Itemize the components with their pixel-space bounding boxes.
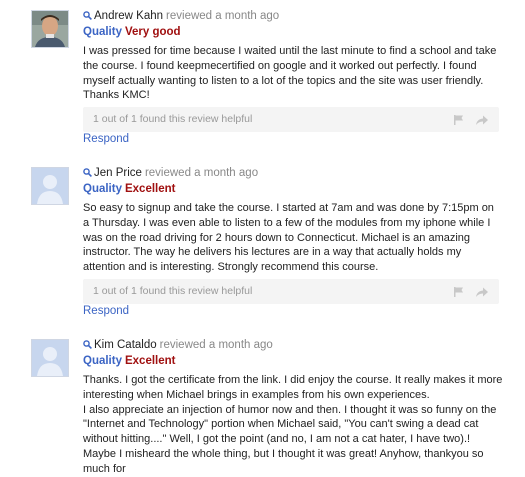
- avatar[interactable]: [31, 339, 69, 377]
- quality-rating: Quality Excellent: [83, 355, 175, 371]
- helpful-count: 1 out of 1 found this review helpful: [93, 285, 253, 297]
- avatar[interactable]: [31, 10, 69, 48]
- review-meta: reviewed a month ago: [144, 167, 259, 179]
- review-meta: reviewed a month ago: [166, 10, 280, 22]
- helpful-bar: 1 out of 1 found this review helpful: [83, 279, 499, 304]
- quality-label: Quality: [83, 355, 122, 367]
- flag-icon[interactable]: [453, 285, 465, 303]
- respond-link[interactable]: Respond: [83, 133, 129, 145]
- avatar[interactable]: [31, 167, 69, 205]
- review-header: Jen Price reviewed a month ago: [83, 167, 258, 183]
- magnifier-icon[interactable]: [83, 11, 92, 23]
- magnifier-icon[interactable]: [83, 340, 92, 352]
- author-name[interactable]: Kim Cataldo: [94, 339, 157, 351]
- rating-value: Excellent: [124, 183, 176, 195]
- helpful-bar: 1 out of 1 found this review helpful: [83, 107, 499, 132]
- user-photo: [32, 11, 68, 47]
- review-body: I was pressed for time because I waited …: [83, 45, 497, 102]
- quality-label: Quality: [83, 26, 122, 38]
- review-body: So easy to signup and take the course. I…: [83, 202, 494, 274]
- rating-value: Very good: [124, 26, 181, 38]
- review-paragraph: I also appreciate an injection of humor …: [83, 403, 497, 475]
- quality-label: Quality: [83, 183, 122, 195]
- author-name[interactable]: Andrew Kahn: [94, 10, 163, 22]
- share-arrow-icon[interactable]: [475, 113, 489, 131]
- default-user-silhouette: [32, 340, 68, 376]
- review-meta: reviewed a month ago: [159, 339, 273, 351]
- default-user-silhouette: [32, 168, 68, 204]
- share-arrow-icon[interactable]: [475, 285, 489, 303]
- quality-rating: Quality Excellent: [83, 183, 175, 199]
- author-name[interactable]: Jen Price: [94, 167, 142, 179]
- helpful-count: 1 out of 1 found this review helpful: [93, 113, 253, 125]
- flag-icon[interactable]: [453, 113, 465, 131]
- quality-rating: Quality Very good: [83, 26, 181, 42]
- review-header: Kim Cataldo reviewed a month ago: [83, 339, 273, 355]
- respond-link[interactable]: Respond: [83, 305, 129, 317]
- magnifier-icon[interactable]: [83, 168, 92, 180]
- review-header: Andrew Kahn reviewed a month ago: [83, 10, 279, 26]
- rating-value: Excellent: [124, 355, 176, 367]
- review-body: Thanks. I got the certificate from the l…: [83, 373, 503, 477]
- review-paragraph: Thanks. I got the certificate from the l…: [83, 374, 503, 401]
